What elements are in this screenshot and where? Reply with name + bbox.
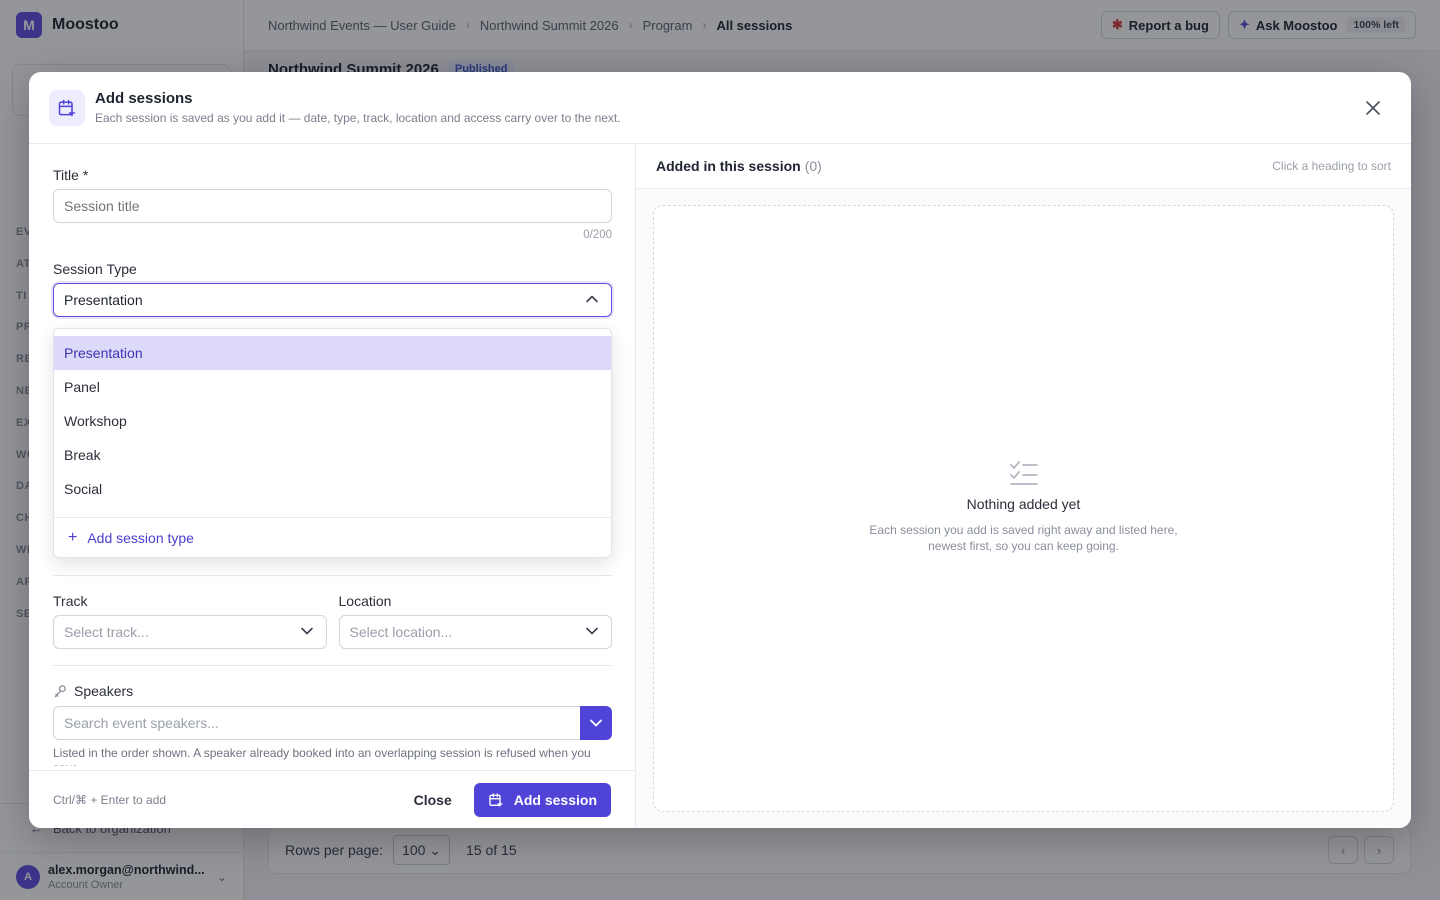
session-type-option[interactable]: Presentation — [54, 336, 611, 370]
chevron-up-icon — [585, 292, 599, 309]
session-type-label: Session Type — [53, 261, 137, 277]
add-session-type-button[interactable]: + Add session type — [54, 517, 611, 557]
speakers-dropdown-button[interactable] — [580, 706, 612, 740]
session-type-value: Presentation — [64, 292, 143, 308]
plus-icon: + — [68, 529, 78, 546]
session-type-option[interactable]: Social — [54, 472, 611, 506]
session-type-dropdown: Presentation Panel Workshop Break Social… — [53, 328, 612, 558]
calendar-plus-icon — [488, 792, 504, 808]
dialog-footer: Ctrl/⌘ + Enter to add Close Add session — [29, 770, 635, 828]
chevron-down-icon — [590, 719, 602, 727]
form-divider — [53, 665, 612, 666]
close-icon[interactable] — [1359, 94, 1387, 122]
track-field: Track Select track... — [53, 593, 327, 649]
add-session-button[interactable]: Add session — [473, 782, 611, 817]
speakers-hint: Listed in the order shown. A speaker alr… — [53, 746, 591, 766]
added-sessions-count: (0) — [804, 158, 822, 174]
speakers-label: Speakers — [74, 683, 134, 699]
add-session-type-label: Add session type — [87, 530, 194, 546]
chevron-down-icon — [585, 624, 599, 641]
add-session-label: Add session — [513, 791, 597, 808]
session-title-input[interactable] — [53, 189, 612, 223]
session-type-option[interactable]: Workshop — [54, 404, 611, 438]
session-form-pane: Title * 0/200 Session Type Presentation … — [29, 144, 636, 828]
session-type-options: Presentation Panel Workshop Break Social… — [54, 329, 611, 517]
speakers-search-input[interactable]: Search event speakers... — [53, 706, 580, 740]
added-sessions-title: Added in this session — [656, 158, 801, 174]
dialog-subtitle: Each session is saved as you add it — da… — [95, 111, 621, 125]
session-form: Title * 0/200 Session Type Presentation … — [53, 144, 612, 766]
location-label: Location — [338, 593, 392, 609]
add-sessions-dialog: Add sessions Each session is saved as yo… — [29, 72, 1411, 828]
keyboard-shortcut-hint: Ctrl/⌘ + Enter to add — [53, 792, 167, 807]
title-label: Title * — [53, 167, 89, 183]
location-placeholder: Select location... — [349, 624, 453, 640]
calendar-plus-icon — [49, 89, 85, 126]
checklist-icon — [654, 460, 1393, 486]
empty-state: Nothing added yet Each session you add i… — [653, 205, 1394, 812]
empty-state-description: Each session you add is saved right away… — [869, 523, 1178, 553]
dialog-title: Add sessions — [95, 90, 193, 107]
sort-hint: Click a heading to sort — [1272, 159, 1391, 173]
track-label: Track — [53, 593, 88, 609]
empty-state-title: Nothing added yet — [966, 496, 1081, 512]
session-type-select[interactable]: Presentation — [53, 283, 612, 317]
track-location-row: Track Select track... Location Select lo… — [53, 593, 612, 649]
empty-state-content: Nothing added yet Each session you add i… — [654, 460, 1393, 554]
chevron-down-icon — [300, 624, 314, 641]
track-placeholder: Select track... — [64, 624, 149, 640]
track-select[interactable]: Select track... — [53, 615, 327, 649]
close-button[interactable]: Close — [414, 792, 452, 808]
added-sessions-pane: Added in this session (0) Click a headin… — [636, 144, 1411, 828]
location-select[interactable]: Select location... — [338, 615, 612, 649]
dialog-heading: Add sessions Each session is saved as yo… — [95, 90, 621, 125]
microphone-icon — [53, 684, 68, 699]
added-sessions-header: Added in this session (0) Click a headin… — [636, 144, 1411, 189]
form-divider — [53, 575, 612, 576]
speakers-picker: Search event speakers... — [53, 706, 612, 740]
session-type-option[interactable]: Panel — [54, 370, 611, 404]
speakers-label-row: Speakers — [53, 683, 612, 699]
dialog-header: Add sessions Each session is saved as yo… — [29, 72, 1411, 144]
session-type-option[interactable]: Custom — [54, 506, 611, 517]
session-type-option[interactable]: Break — [54, 438, 611, 472]
location-field: Location Select location... — [338, 593, 612, 649]
title-char-counter: 0/200 — [583, 229, 612, 241]
